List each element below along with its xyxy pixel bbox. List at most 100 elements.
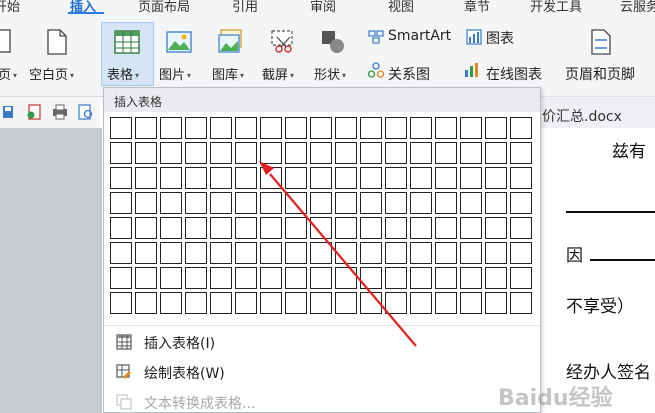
online-chart-button[interactable]: 在线图表 bbox=[486, 64, 542, 84]
table-grid-cell[interactable] bbox=[135, 217, 157, 239]
table-grid-cell[interactable] bbox=[285, 292, 307, 314]
table-grid-cell[interactable] bbox=[260, 167, 282, 189]
table-grid-cell[interactable] bbox=[485, 192, 507, 214]
table-grid-cell[interactable] bbox=[360, 217, 382, 239]
table-grid-cell[interactable] bbox=[160, 292, 182, 314]
picture-button[interactable]: 图片 ▾ bbox=[159, 64, 191, 83]
table-grid-cell[interactable] bbox=[235, 142, 257, 164]
table-grid-cell[interactable] bbox=[410, 167, 432, 189]
table-grid-cell[interactable] bbox=[210, 217, 232, 239]
table-grid-cell[interactable] bbox=[485, 142, 507, 164]
tab-view[interactable]: 视图 bbox=[388, 0, 414, 14]
table-grid-cell[interactable] bbox=[185, 242, 207, 264]
table-grid-cell[interactable] bbox=[210, 267, 232, 289]
export-pdf-icon[interactable] bbox=[26, 104, 42, 120]
table-grid-cell[interactable] bbox=[260, 242, 282, 264]
table-grid-cell[interactable] bbox=[510, 217, 532, 239]
table-grid-cell[interactable] bbox=[510, 142, 532, 164]
table-grid-cell[interactable] bbox=[260, 142, 282, 164]
table-grid-cell[interactable] bbox=[110, 142, 132, 164]
table-grid-cell[interactable] bbox=[510, 242, 532, 264]
table-grid-cell[interactable] bbox=[110, 267, 132, 289]
table-grid-cell[interactable] bbox=[110, 242, 132, 264]
table-grid-cell[interactable] bbox=[385, 167, 407, 189]
table-grid-cell[interactable] bbox=[385, 267, 407, 289]
table-grid-cell[interactable] bbox=[460, 117, 482, 139]
table-grid-cell[interactable] bbox=[510, 292, 532, 314]
table-grid-cell[interactable] bbox=[235, 167, 257, 189]
insert-table-menu-item[interactable]: 插入表格(I) bbox=[104, 328, 540, 356]
table-grid-cell[interactable] bbox=[410, 192, 432, 214]
table-grid-cell[interactable] bbox=[110, 217, 132, 239]
table-grid-cell[interactable] bbox=[485, 117, 507, 139]
table-grid-cell[interactable] bbox=[210, 167, 232, 189]
table-grid-cell[interactable] bbox=[160, 117, 182, 139]
table-grid-cell[interactable] bbox=[285, 167, 307, 189]
table-grid-cell[interactable] bbox=[460, 217, 482, 239]
table-grid-cell[interactable] bbox=[385, 217, 407, 239]
table-grid-cell[interactable] bbox=[335, 217, 357, 239]
table-grid-cell[interactable] bbox=[360, 142, 382, 164]
table-grid-cell[interactable] bbox=[335, 142, 357, 164]
table-grid-cell[interactable] bbox=[135, 142, 157, 164]
table-grid-cell[interactable] bbox=[385, 192, 407, 214]
document-tab[interactable]: 价汇总.docx bbox=[542, 106, 622, 126]
table-grid-cell[interactable] bbox=[335, 292, 357, 314]
table-grid-cell[interactable] bbox=[135, 292, 157, 314]
table-grid-cell[interactable] bbox=[160, 142, 182, 164]
table-grid-cell[interactable] bbox=[260, 117, 282, 139]
gallery-button[interactable]: 图库 ▾ bbox=[212, 64, 244, 83]
shapes-button[interactable]: 形状 ▾ bbox=[314, 64, 346, 83]
print-icon[interactable] bbox=[52, 104, 68, 120]
table-grid-cell[interactable] bbox=[435, 267, 457, 289]
table-grid-cell[interactable] bbox=[310, 167, 332, 189]
table-grid-cell[interactable] bbox=[185, 217, 207, 239]
table-grid-cell[interactable] bbox=[460, 267, 482, 289]
screenshot-button[interactable]: 截屏 ▾ bbox=[262, 64, 294, 83]
table-grid-cell[interactable] bbox=[210, 117, 232, 139]
table-grid-cell[interactable] bbox=[435, 217, 457, 239]
table-grid-cell[interactable] bbox=[360, 167, 382, 189]
table-grid-cell[interactable] bbox=[210, 142, 232, 164]
table-grid-cell[interactable] bbox=[135, 167, 157, 189]
table-grid-cell[interactable] bbox=[185, 117, 207, 139]
table-grid-cell[interactable] bbox=[210, 292, 232, 314]
table-grid-cell[interactable] bbox=[260, 192, 282, 214]
table-grid-cell[interactable] bbox=[235, 217, 257, 239]
tab-review[interactable]: 审阅 bbox=[310, 0, 336, 14]
table-grid-cell[interactable] bbox=[235, 292, 257, 314]
tab-developer[interactable]: 开发工具 bbox=[530, 0, 582, 14]
table-grid-cell[interactable] bbox=[160, 217, 182, 239]
table-grid-cell[interactable] bbox=[110, 292, 132, 314]
relation-button[interactable]: 关系图 bbox=[388, 64, 430, 84]
table-grid-cell[interactable] bbox=[310, 192, 332, 214]
table-grid-cell[interactable] bbox=[435, 292, 457, 314]
table-grid-cell[interactable] bbox=[110, 117, 132, 139]
table-grid-cell[interactable] bbox=[135, 192, 157, 214]
table-grid-cell[interactable] bbox=[310, 142, 332, 164]
table-grid-cell[interactable] bbox=[460, 167, 482, 189]
table-grid-cell[interactable] bbox=[360, 242, 382, 264]
tab-cloud[interactable]: 云服务 bbox=[620, 0, 655, 14]
table-grid-cell[interactable] bbox=[410, 292, 432, 314]
table-grid-cell[interactable] bbox=[460, 292, 482, 314]
table-grid-cell[interactable] bbox=[160, 192, 182, 214]
table-grid-cell[interactable] bbox=[160, 242, 182, 264]
table-grid-cell[interactable] bbox=[360, 117, 382, 139]
table-grid-cell[interactable] bbox=[510, 267, 532, 289]
table-grid-cell[interactable] bbox=[260, 267, 282, 289]
table-grid-cell[interactable] bbox=[410, 142, 432, 164]
smartart-button[interactable]: SmartArt bbox=[388, 28, 451, 44]
table-grid-cell[interactable] bbox=[360, 267, 382, 289]
header-footer-button[interactable]: 页眉和页脚 bbox=[565, 64, 635, 84]
table-grid-cell[interactable] bbox=[185, 142, 207, 164]
table-grid-cell[interactable] bbox=[435, 167, 457, 189]
table-grid-cell[interactable] bbox=[385, 142, 407, 164]
tab-page-layout[interactable]: 页面布局 bbox=[138, 0, 190, 14]
table-grid-cell[interactable] bbox=[285, 242, 307, 264]
draw-table-menu-item[interactable]: 绘制表格(W) bbox=[104, 358, 540, 386]
table-grid-cell[interactable] bbox=[310, 117, 332, 139]
tab-references[interactable]: 引用 bbox=[232, 0, 258, 14]
table-grid-cell[interactable] bbox=[335, 167, 357, 189]
table-grid-cell[interactable] bbox=[335, 267, 357, 289]
